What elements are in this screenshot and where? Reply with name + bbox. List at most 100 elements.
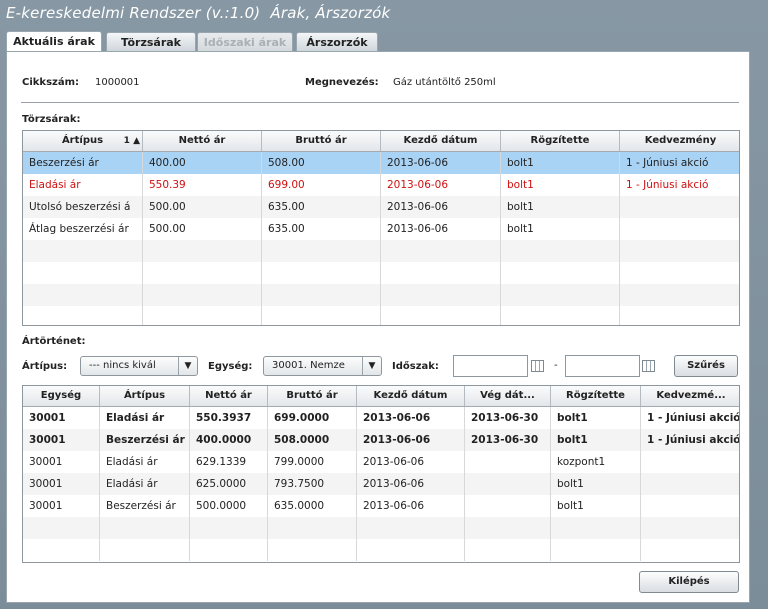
- history-header: Egység Ártípus Nettó ár Bruttó ár Kezdő …: [23, 386, 739, 407]
- cell-gross-price: 635.00: [262, 196, 381, 218]
- table-row[interactable]: 30001 Eladási ár 625.0000 793.7500 2013-…: [23, 473, 739, 495]
- unit-filter-label: Egység:: [208, 361, 253, 372]
- cell-recorded-by: bolt1: [551, 407, 641, 429]
- cell-gross-price: 508.00: [262, 152, 381, 174]
- unit-select-value: 30001. Nemze: [272, 360, 345, 371]
- col-header-unit[interactable]: Egység: [23, 386, 100, 406]
- cell-unit: 30001: [23, 451, 100, 473]
- cell-gross-price: 699.0000: [268, 407, 357, 429]
- period-separator: -: [554, 360, 558, 371]
- cell-price-type: Beszerzési ár: [100, 495, 190, 517]
- table-row[interactable]: 30001 Beszerzési ár 500.0000 635.0000 20…: [23, 495, 739, 517]
- cell-recorded-by: kozpont1: [551, 451, 641, 473]
- filter-button[interactable]: Szűrés: [674, 355, 738, 377]
- empty-row: [23, 240, 739, 262]
- table-row[interactable]: Eladási ár 550.39 699.00 2013-06-06 bolt…: [23, 174, 739, 196]
- cell-start-date: 2013-06-06: [357, 429, 465, 451]
- price-history-grid[interactable]: Egység Ártípus Nettó ár Bruttó ár Kezdő …: [22, 385, 740, 563]
- price-type-select[interactable]: --- nincs kivál ▼: [80, 356, 198, 376]
- table-row[interactable]: Átlag beszerzési ár 500.00 635.00 2013-0…: [23, 218, 739, 240]
- col-header-gross-price[interactable]: Bruttó ár: [268, 386, 357, 406]
- base-prices-header: Ártípus 1 ▲ Nettó ár Bruttó ár Kezdő dát…: [23, 131, 739, 152]
- tab-content-panel: Cikkszám: 1000001 Megnevezés: Gáz utántö…: [6, 51, 750, 603]
- cell-net-price: 500.00: [143, 218, 262, 240]
- col-header-discount[interactable]: Kedvezmé...: [641, 386, 739, 406]
- col-header-start-date[interactable]: Kezdő dátum: [381, 131, 501, 151]
- cell-price-type: Eladási ár: [100, 451, 190, 473]
- cell-start-date: 2013-06-06: [357, 495, 465, 517]
- table-row[interactable]: Beszerzési ár 400.00 508.00 2013-06-06 b…: [23, 152, 739, 174]
- cell-recorded-by: bolt1: [501, 152, 620, 174]
- cell-gross-price: 508.0000: [268, 429, 357, 451]
- cell-discount: [620, 218, 739, 240]
- cell-recorded-by: bolt1: [501, 218, 620, 240]
- table-row[interactable]: 30001 Eladási ár 629.1339 799.0000 2013-…: [23, 451, 739, 473]
- period-end-input[interactable]: [565, 355, 640, 377]
- col-header-start-date[interactable]: Kezdő dátum: [357, 386, 465, 406]
- cell-start-date: 2013-06-06: [381, 174, 501, 196]
- cell-discount: 1 - Júniusi akció: [620, 174, 739, 196]
- empty-row: [23, 539, 739, 561]
- cell-start-date: 2013-06-06: [357, 451, 465, 473]
- application-window: E-kereskedelmi Rendszer (v.:1.0) Árak, Ár…: [0, 0, 768, 609]
- cell-gross-price: 799.0000: [268, 451, 357, 473]
- cell-price-type: Utolsó beszerzési á: [23, 196, 143, 218]
- empty-row: [23, 517, 739, 539]
- unit-select[interactable]: 30001. Nemze ▼: [263, 356, 382, 376]
- exit-button[interactable]: Kilépés: [639, 571, 739, 593]
- cell-discount: 1 - Júniusi akció: [641, 407, 739, 429]
- divider: [21, 102, 739, 103]
- cell-net-price: 400.00: [143, 152, 262, 174]
- code-value: 1000001: [95, 77, 140, 88]
- cell-end-date: [465, 451, 551, 473]
- name-label: Megnevezés:: [305, 77, 379, 88]
- window-title: E-kereskedelmi Rendszer (v.:1.0) Árak, Ár…: [6, 4, 390, 22]
- col-header-end-date[interactable]: Vég dát...: [465, 386, 551, 406]
- tab-current-prices[interactable]: Aktuális árak: [6, 31, 102, 52]
- cell-gross-price: 793.7500: [268, 473, 357, 495]
- col-header-recorded-by[interactable]: Rögzítette: [551, 386, 641, 406]
- table-row[interactable]: 30001 Beszerzési ár 400.0000 508.0000 20…: [23, 429, 739, 451]
- cell-price-type: Átlag beszerzési ár: [23, 218, 143, 240]
- base-prices-label: Törzsárak:: [22, 114, 81, 125]
- table-row[interactable]: Utolsó beszerzési á 500.00 635.00 2013-0…: [23, 196, 739, 218]
- table-row[interactable]: 30001 Eladási ár 550.3937 699.0000 2013-…: [23, 407, 739, 429]
- col-header-net-price[interactable]: Nettó ár: [143, 131, 262, 151]
- cell-gross-price: 635.0000: [268, 495, 357, 517]
- history-label: Ártörténet:: [22, 336, 86, 347]
- name-value: Gáz utántöltő 250ml: [393, 77, 496, 88]
- cell-end-date: 2013-06-30: [465, 429, 551, 451]
- cell-recorded-by: bolt1: [551, 429, 641, 451]
- period-start-input[interactable]: [453, 355, 528, 377]
- cell-discount: [641, 495, 739, 517]
- cell-price-type: Beszerzési ár: [23, 152, 143, 174]
- cell-recorded-by: bolt1: [551, 473, 641, 495]
- cell-price-type: Eladási ár: [100, 473, 190, 495]
- cell-start-date: 2013-06-06: [381, 218, 501, 240]
- col-header-price-type[interactable]: Ártípus: [100, 386, 190, 406]
- cell-discount: [641, 473, 739, 495]
- period-label: Időszak:: [392, 361, 439, 372]
- col-header-recorded-by[interactable]: Rögzítette: [501, 131, 620, 151]
- cell-start-date: 2013-06-06: [381, 196, 501, 218]
- tab-base-prices[interactable]: Törzsárak: [106, 32, 196, 51]
- empty-row: [23, 306, 739, 325]
- base-prices-grid[interactable]: Ártípus 1 ▲ Nettó ár Bruttó ár Kezdő dát…: [22, 130, 740, 326]
- col-header-price-type[interactable]: Ártípus 1 ▲: [23, 131, 143, 151]
- empty-row: [23, 262, 739, 284]
- col-header-gross-price[interactable]: Bruttó ár: [262, 131, 381, 151]
- cell-net-price: 500.00: [143, 196, 262, 218]
- empty-row: [23, 284, 739, 306]
- sort-indicator: 1 ▲: [123, 136, 140, 146]
- cell-start-date: 2013-06-06: [357, 407, 465, 429]
- calendar-icon[interactable]: [642, 360, 655, 372]
- cell-price-type: Beszerzési ár: [100, 429, 190, 451]
- cell-net-price: 550.3937: [190, 407, 268, 429]
- col-header-net-price[interactable]: Nettó ár: [190, 386, 268, 406]
- cell-end-date: [465, 495, 551, 517]
- cell-net-price: 400.0000: [190, 429, 268, 451]
- tab-multipliers[interactable]: Árszorzók: [296, 32, 378, 51]
- cell-end-date: [465, 473, 551, 495]
- calendar-icon[interactable]: [531, 360, 544, 372]
- col-header-discount[interactable]: Kedvezmény: [620, 131, 739, 151]
